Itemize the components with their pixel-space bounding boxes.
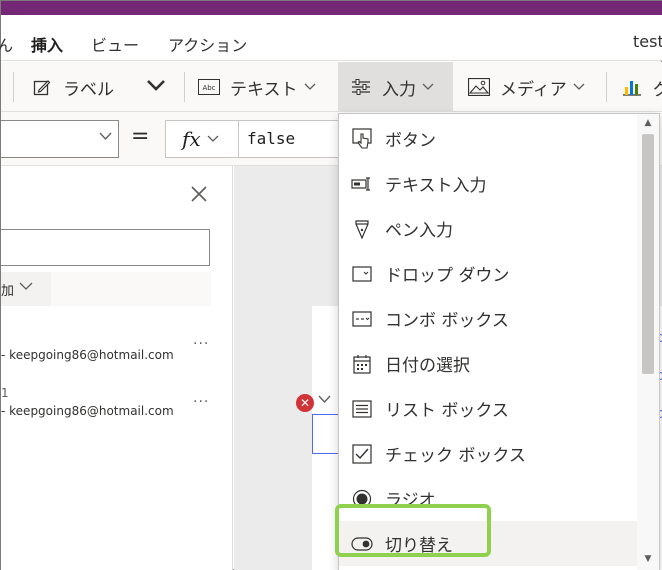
scrollbar[interactable]: ▲ ▼ xyxy=(637,114,659,570)
menu-item-label: 日付の選択 xyxy=(385,356,470,376)
image-icon xyxy=(468,76,490,98)
panel-toolbar xyxy=(51,272,211,306)
list-item-prefix: 1 xyxy=(1,386,9,400)
chevron-down-icon xyxy=(422,80,434,94)
list-item[interactable]: - keepgoing86@hotmail.com ··· xyxy=(1,336,233,386)
chevron-down-icon xyxy=(19,280,33,294)
title-bar xyxy=(1,1,662,15)
close-icon[interactable] xyxy=(189,184,209,204)
tab-insert[interactable]: 挿入 xyxy=(31,32,64,65)
more-icon[interactable]: ··· xyxy=(193,394,209,410)
svg-text:Abc: Abc xyxy=(202,84,215,92)
add-data-label: 加 xyxy=(1,284,15,299)
combobox-icon xyxy=(351,308,373,330)
menu-item-dropdown[interactable]: ドロップ ダウン xyxy=(339,251,637,296)
menu-item-checkbox[interactable]: チェック ボックス xyxy=(339,431,637,476)
button-hand-icon xyxy=(351,127,373,150)
listbox-icon xyxy=(351,398,373,420)
menu-item-label: ペン入力 xyxy=(385,221,453,241)
search-input[interactable] xyxy=(1,229,210,266)
add-data-button[interactable]: 加 xyxy=(1,272,51,306)
menu-item-label: ボタン xyxy=(385,131,436,151)
chevron-down-icon xyxy=(207,132,219,146)
chart-button-partial[interactable]: グ xyxy=(621,62,662,112)
list-item-email: - keepgoing86@hotmail.com xyxy=(1,348,174,362)
chevron-down-icon xyxy=(99,130,112,145)
text-button[interactable]: Abc テキスト xyxy=(198,62,316,112)
menu-bar: ん 挿入 ビュー アクション test xyxy=(0,15,662,65)
scrollbar-thumb[interactable] xyxy=(642,134,654,374)
more-icon[interactable]: ··· xyxy=(193,336,209,352)
list-item-email: - keepgoing86@hotmail.com xyxy=(1,404,174,418)
app-name: test xyxy=(633,32,662,51)
edit-label-icon xyxy=(31,76,53,98)
ribbon-divider xyxy=(184,72,185,102)
input-sliders-icon xyxy=(350,76,372,98)
media-button-label: メディア xyxy=(500,79,567,100)
menu-item-toggle[interactable]: 切り替え xyxy=(339,521,637,566)
fx-icon: fx xyxy=(182,127,201,151)
menu-item-label: テキスト入力 xyxy=(385,176,487,196)
chevron-down-icon[interactable] xyxy=(318,393,331,408)
tab-view[interactable]: ビュー xyxy=(91,32,139,56)
equals-sign: = xyxy=(131,124,150,149)
list-item[interactable]: 1 - keepgoing86@hotmail.com ··· xyxy=(1,386,233,436)
error-icon[interactable]: ✕ xyxy=(296,394,314,412)
pen-input-icon xyxy=(351,218,373,240)
menu-item-label: リスト ボックス xyxy=(385,401,509,421)
fx-button[interactable]: fx xyxy=(165,120,239,158)
menu-item-text-input[interactable]: テキスト入力 xyxy=(339,161,637,206)
menu-item-label: コンボ ボックス xyxy=(385,311,509,331)
label-button[interactable]: ラベル xyxy=(31,62,114,112)
menu-item-date-picker[interactable]: 日付の選択 xyxy=(339,341,637,386)
tab-action[interactable]: アクション xyxy=(168,32,247,56)
scroll-up-icon[interactable]: ▲ xyxy=(637,114,659,132)
input-button-label: 入力 xyxy=(382,79,416,100)
ribbon-divider xyxy=(606,72,607,102)
scroll-down-icon[interactable]: ▼ xyxy=(637,550,659,568)
menu-item-label: ラジオ xyxy=(385,491,436,511)
menu-item-radio[interactable]: ラジオ xyxy=(339,476,637,521)
menu-item-combobox[interactable]: コンボ ボックス xyxy=(339,296,637,341)
text-abc-icon: Abc xyxy=(198,76,220,98)
input-button[interactable]: 入力 xyxy=(338,62,453,112)
input-dropdown-menu: ボタン テキスト入力 ペン入力 ドロップ ダウン コンボ ボックス 日付の選択 xyxy=(338,113,660,570)
chevron-down-icon xyxy=(573,80,585,94)
ribbon: ラベル Abc テキスト 入力 メディア グ xyxy=(1,62,662,112)
chevron-down-icon xyxy=(145,77,167,97)
chart-icon xyxy=(621,76,643,98)
label-button-text: ラベル xyxy=(63,79,114,100)
menu-item-label: ドロップ ダウン xyxy=(385,266,510,286)
data-source-panel: 加 - keepgoing86@hotmail.com ··· 1 - keep… xyxy=(1,166,233,570)
chevron-down-icon xyxy=(304,80,316,94)
menu-item-listbox[interactable]: リスト ボックス xyxy=(339,386,637,431)
text-input-icon xyxy=(351,173,373,195)
ribbon-divider xyxy=(13,72,14,102)
tab-partial[interactable]: ん xyxy=(0,32,13,56)
calendar-icon xyxy=(351,353,373,375)
menu-item-label: 切り替え xyxy=(385,536,453,556)
radio-icon xyxy=(351,488,373,510)
toggle-icon xyxy=(351,533,373,555)
chart-button-label: グ xyxy=(653,79,662,100)
menu-item-label: チェック ボックス xyxy=(385,446,526,466)
property-dropdown[interactable] xyxy=(1,120,119,158)
formula-input[interactable]: false xyxy=(239,120,339,158)
media-button[interactable]: メディア xyxy=(468,62,585,112)
more-controls-button[interactable] xyxy=(145,62,167,112)
menu-item-button[interactable]: ボタン xyxy=(339,116,637,161)
checkbox-icon xyxy=(351,443,373,465)
menu-item-pen-input[interactable]: ペン入力 xyxy=(339,206,637,251)
dropdown-icon xyxy=(351,263,373,285)
text-button-label: テキスト xyxy=(230,79,298,100)
